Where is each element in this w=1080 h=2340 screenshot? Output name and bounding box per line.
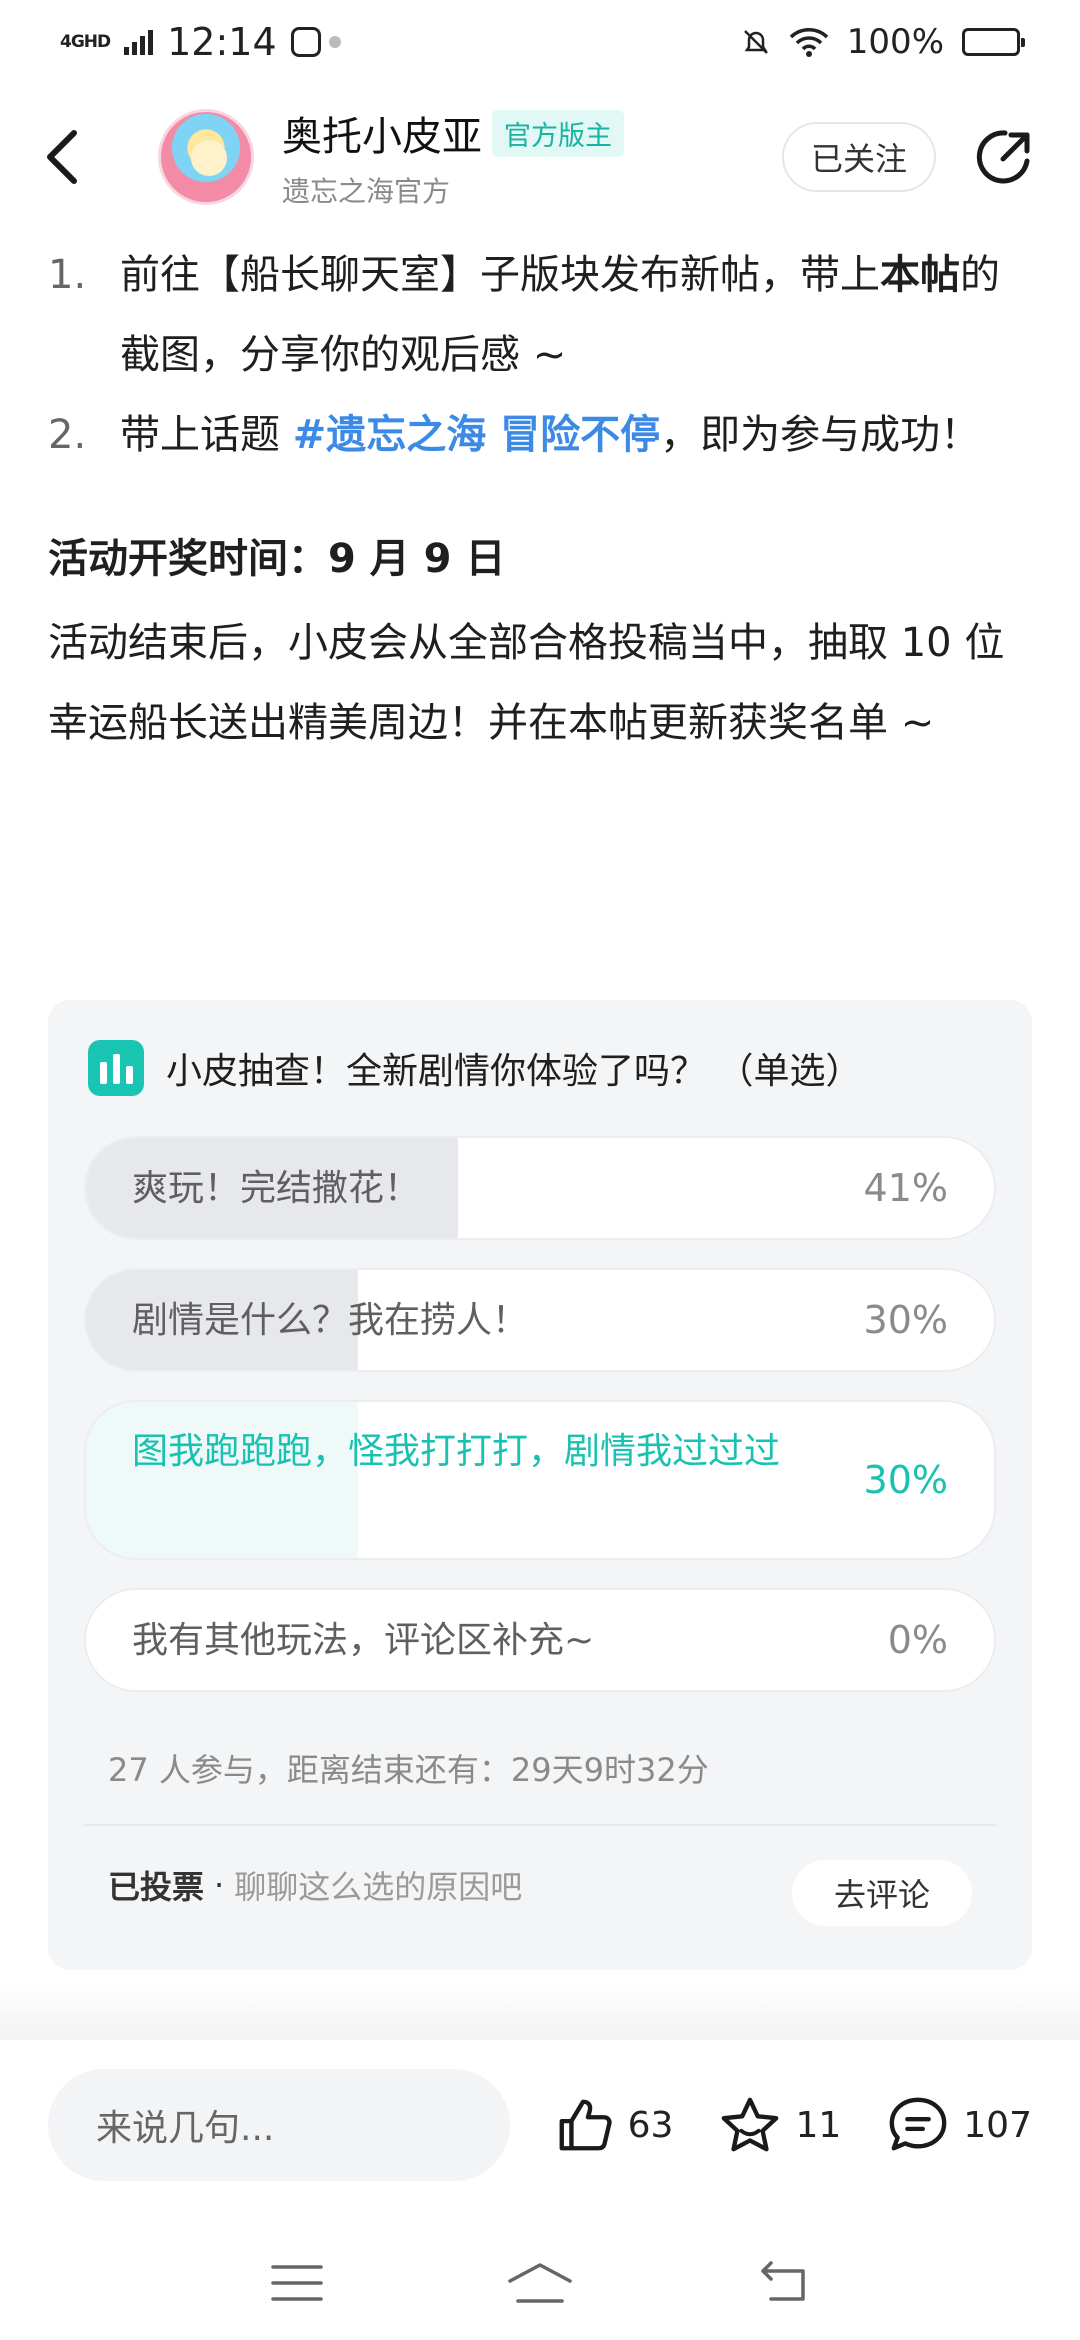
author-subtitle: 遗忘之海官方 [282, 175, 451, 208]
like-count: 63 [627, 2104, 674, 2146]
mute-icon [743, 30, 768, 54]
divider [84, 1824, 996, 1826]
poll-chart-icon [88, 1040, 144, 1096]
list-item: 1. 前往【船长聊天室】子版块发布新帖，带上本帖的截图，分享你的观后感 ~ [48, 235, 1032, 395]
comment-count-button[interactable]: 107 [885, 2094, 1032, 2156]
notification-dot-icon [328, 36, 341, 48]
list-item: 2. 带上话题 #遗忘之海 冒险不停，即为参与成功！ [48, 395, 1032, 475]
follow-button[interactable]: 已关注 [782, 122, 936, 192]
author-badge: 官方版主 [492, 109, 624, 157]
poll-option-label: 我有其他玩法，评论区补充~ [132, 1620, 595, 1661]
like-button[interactable]: 63 [554, 2094, 674, 2156]
bold-text: 本帖 [880, 252, 960, 298]
system-nav-bar [0, 2225, 1080, 2340]
divider [0, 1985, 1080, 2045]
wifi-icon [789, 28, 829, 57]
text-span: 前往【船长聊天室】子版块发布新帖，带上 [120, 252, 880, 298]
comment-icon [889, 2097, 947, 2151]
battery-icon [962, 28, 1025, 56]
avatar[interactable] [158, 109, 254, 205]
voted-label: 已投票 [108, 1868, 205, 1906]
comment-input[interactable]: 来说几句... [48, 2069, 510, 2181]
poll-option-percent: 30% [863, 1458, 948, 1502]
comment-count: 107 [963, 2104, 1032, 2146]
list-number: 1. [48, 252, 87, 298]
author-info: 奥托小皮亚 官方版主 遗忘之海官方 [282, 104, 624, 210]
poll-meta: 27 人参与，距离结束还有：29天9时32分 [108, 1751, 709, 1789]
post-header: 奥托小皮亚 官方版主 遗忘之海官方 已关注 [0, 92, 1080, 222]
reason-hint[interactable]: 聊聊这么选的原因吧 [234, 1862, 522, 1908]
poll-option[interactable]: 剧情是什么？我在捞人！ 30% [84, 1268, 996, 1372]
back-nav-icon[interactable] [755, 2259, 811, 2307]
home-icon[interactable] [504, 2259, 576, 2307]
post-body: 1. 前往【船长聊天室】子版块发布新帖，带上本帖的截图，分享你的观后感 ~ 2.… [48, 235, 1032, 763]
poll-card: 小皮抽查！全新剧情你体验了吗？ （单选） 爽玩！完结撒花！ 41% 剧情是什么？… [48, 1000, 1032, 1970]
poll-option-percent: 30% [863, 1298, 948, 1342]
list-text: 带上话题 #遗忘之海 冒险不停，即为参与成功！ [120, 395, 1032, 475]
bottom-action-bar: 来说几句... 63 11 107 [0, 2040, 1080, 2210]
separator: · [214, 1866, 225, 1904]
text-span: ，即为参与成功！ [660, 412, 981, 458]
share-icon [976, 130, 1030, 184]
status-time: 12:14 [167, 20, 277, 64]
poll-option-selected[interactable]: 图我跑跑跑，怪我打打打，剧情我过过过 30% [84, 1400, 996, 1560]
network-indicator: 4GHD [60, 32, 111, 52]
chevron-left-icon [47, 130, 77, 184]
favorite-button[interactable]: 11 [717, 2094, 841, 2156]
thumbs-up-icon [559, 2099, 612, 2151]
go-comment-button[interactable]: 去评论 [792, 1860, 972, 1926]
menu-icon[interactable] [269, 2261, 325, 2305]
list-text: 前往【船长聊天室】子版块发布新帖，带上本帖的截图，分享你的观后感 ~ [120, 235, 1032, 395]
status-bar: 4GHD 12:14 100% [0, 0, 1080, 84]
poll-option-label: 剧情是什么？我在捞人！ [132, 1300, 529, 1341]
star-icon [722, 2097, 779, 2152]
back-button[interactable] [40, 117, 120, 197]
app-notification-icon [290, 27, 321, 57]
poll-option-label: 爽玩！完结撒花！ [132, 1168, 421, 1209]
poll-footer: 已投票 · 聊聊这么选的原因吧 [108, 1862, 522, 1908]
poll-option-percent: 41% [863, 1166, 948, 1210]
author-name[interactable]: 奥托小皮亚 [282, 104, 482, 162]
topic-link[interactable]: #遗忘之海 冒险不停 [293, 412, 660, 458]
battery-percent: 100% [846, 22, 944, 62]
poll-option[interactable]: 爽玩！完结撒花！ 41% [84, 1136, 996, 1240]
poll-option[interactable]: 我有其他玩法，评论区补充~ 0% [84, 1588, 996, 1692]
poll-option-percent: 0% [887, 1618, 948, 1662]
poll-title: 小皮抽查！全新剧情你体验了吗？ （单选） [166, 1051, 862, 1092]
favorite-count: 11 [795, 2104, 842, 2146]
section-title: 活动开奖时间：9 月 9 日 [48, 536, 506, 582]
signal-icon [124, 29, 154, 55]
list-number: 2. [48, 412, 87, 458]
poll-option-label: 图我跑跑跑，怪我打打打，剧情我过过过 [132, 1431, 781, 1472]
share-button[interactable] [970, 122, 1040, 192]
paragraph: 活动结束后，小皮会从全部合格投稿当中，抽取 10 位幸运船长送出精美周边！并在本… [48, 620, 1005, 746]
text-span: 带上话题 [120, 412, 293, 458]
